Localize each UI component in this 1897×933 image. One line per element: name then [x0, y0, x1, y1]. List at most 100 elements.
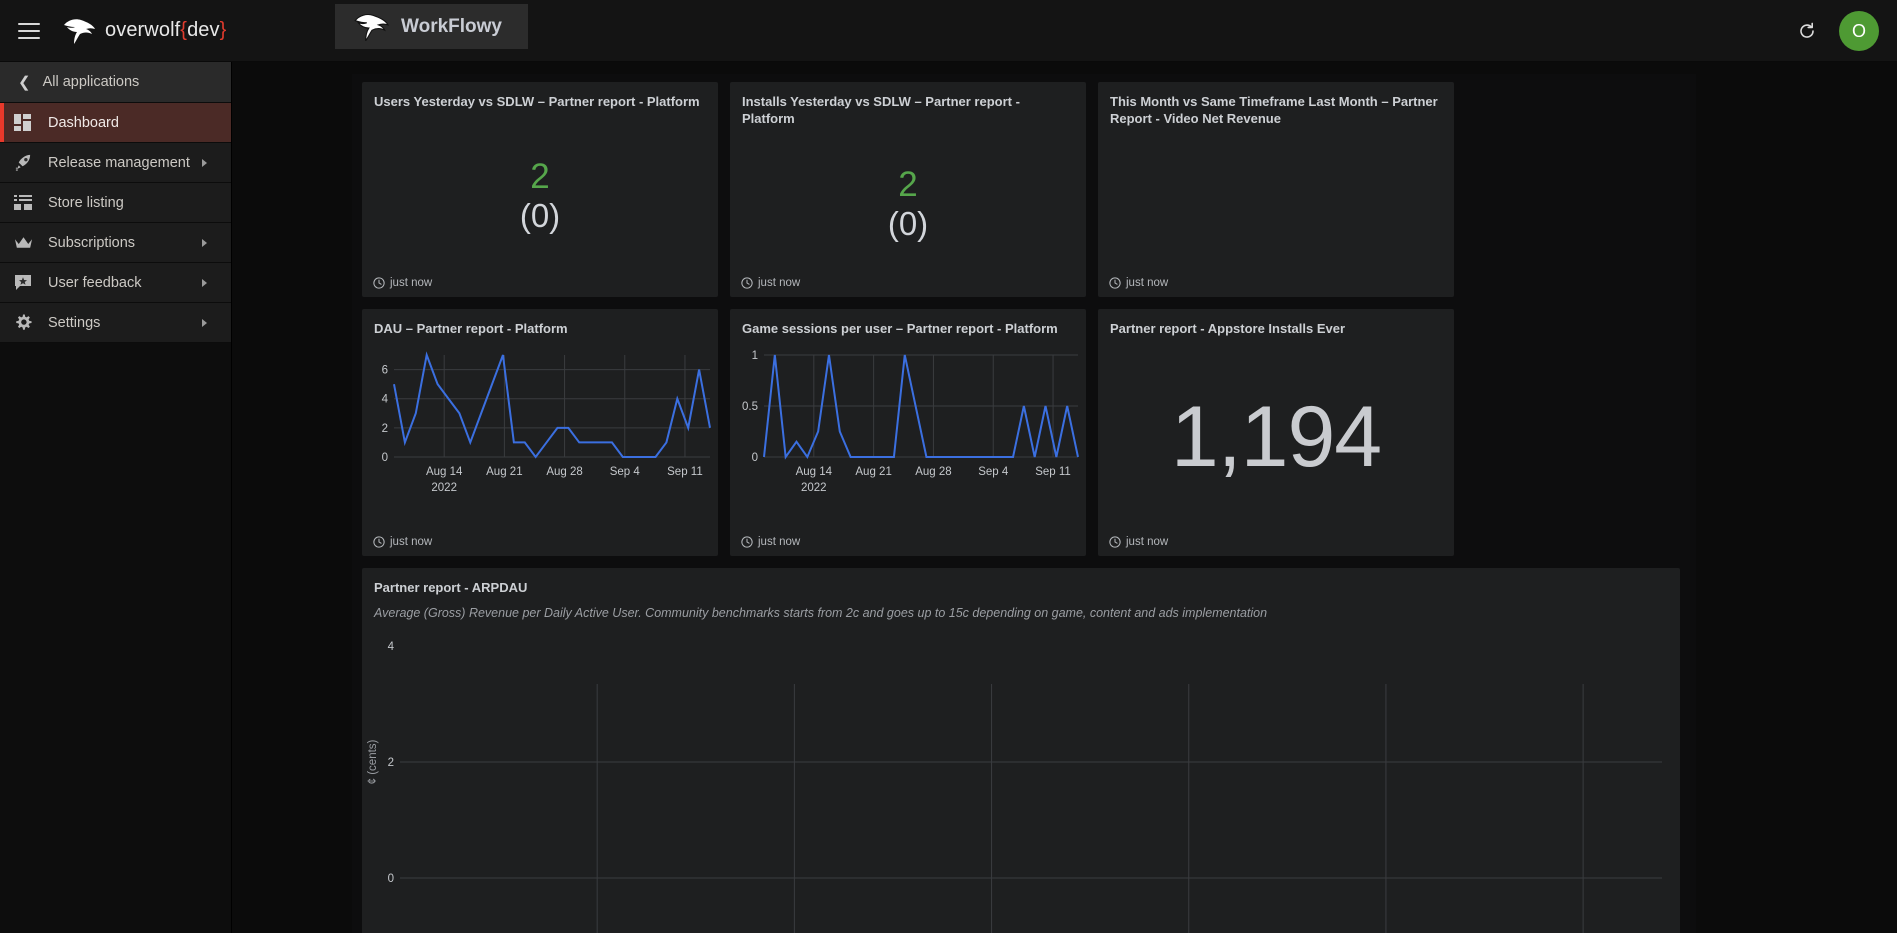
sidebar-item-label: Release management	[48, 154, 190, 171]
svg-text:Sep 11: Sep 11	[667, 466, 703, 478]
svg-text:6: 6	[382, 365, 388, 377]
svg-text:2: 2	[382, 423, 388, 435]
stat-body	[1098, 127, 1454, 297]
sidebar-empty-space	[0, 343, 231, 933]
refresh-icon[interactable]	[1797, 21, 1817, 41]
sidebar-item-subscriptions[interactable]: Subscriptions	[0, 223, 231, 263]
svg-text:Sep 4: Sep 4	[978, 466, 1009, 478]
panel-title: Game sessions per user – Partner report …	[742, 321, 1058, 336]
panel-footer: just now	[1109, 277, 1168, 289]
panel-appstore-installs-ever[interactable]: Partner report - Appstore Installs Ever …	[1098, 309, 1454, 556]
arpdau-chart[interactable]: 0 2 4 ¢ (cents)	[362, 628, 1680, 933]
svg-text:Aug 14: Aug 14	[426, 466, 463, 478]
svg-text:0: 0	[382, 452, 388, 464]
svg-text:2: 2	[388, 757, 394, 769]
sidebar: ❮ All applications Dashboard Release man…	[0, 62, 232, 933]
panel-dau[interactable]: DAU – Partner report - Platform 0 2 4 6 Aug …	[362, 309, 718, 556]
history-clock-icon	[741, 277, 753, 289]
wolf-logo-icon	[64, 18, 95, 44]
chevron-right-icon	[202, 158, 207, 167]
sidebar-item-release-management[interactable]: Release management	[0, 143, 231, 183]
chevron-left-icon: ❮	[18, 74, 31, 91]
chevron-right-icon	[202, 318, 207, 327]
panel-footer: just now	[373, 277, 432, 289]
stat-value: 2	[530, 156, 550, 196]
sidebar-item-label: User feedback	[48, 274, 142, 291]
history-clock-icon	[741, 536, 753, 548]
svg-text:Aug 21: Aug 21	[486, 466, 522, 478]
app-tab-workflowy[interactable]: WorkFlowy	[335, 4, 528, 49]
sidebar-item-label: Dashboard	[48, 114, 119, 131]
svg-text:Sep 4: Sep 4	[610, 466, 641, 478]
panel-title: Users Yesterday vs SDLW – Partner report…	[374, 94, 700, 109]
svg-text:Aug 14: Aug 14	[796, 466, 833, 478]
history-clock-icon	[373, 277, 385, 289]
dashboard-row-2: DAU – Partner report - Platform 0 2 4 6 Aug …	[352, 309, 1696, 556]
stat-value: 2	[898, 165, 918, 204]
chevron-right-icon	[202, 238, 207, 247]
panel-arpdau[interactable]: Partner report - ARPDAU Average (Gross) …	[362, 568, 1680, 933]
gear-icon	[14, 313, 40, 333]
stat-sub-value: (0)	[519, 196, 561, 234]
top-bar-right-controls: O	[1797, 0, 1879, 62]
brand-text: overwolf{dev}	[105, 19, 226, 42]
panel-title: Partner report - Appstore Installs Ever	[1110, 321, 1346, 336]
sidebar-item-dashboard[interactable]: Dashboard	[0, 103, 231, 143]
panel-footer: just now	[741, 277, 800, 289]
sidebar-back-label: All applications	[42, 74, 140, 90]
svg-text:2022: 2022	[431, 482, 457, 494]
app-tab-label: WorkFlowy	[401, 15, 502, 37]
panel-footer: just now	[1109, 536, 1168, 548]
svg-text:¢ (cents): ¢ (cents)	[367, 739, 379, 784]
panel-footer-text: just now	[1126, 536, 1169, 548]
svg-text:Sep 11: Sep 11	[1035, 466, 1071, 478]
svg-text:0: 0	[752, 452, 758, 464]
wolf-logo-icon	[354, 13, 389, 41]
stat-body: 2 (0)	[730, 127, 1086, 297]
overwolf-brand-logo[interactable]: overwolf{dev}	[62, 18, 226, 44]
feedback-star-icon	[14, 273, 40, 293]
sidebar-item-user-feedback[interactable]: User feedback	[0, 263, 231, 303]
svg-text:Aug 21: Aug 21	[855, 466, 891, 478]
panel-month-vs-last-month[interactable]: This Month vs Same Timeframe Last Month …	[1098, 82, 1454, 297]
panel-footer-text: just now	[758, 536, 801, 548]
sessions-chart[interactable]: 0 0.5 1 Aug 14 2022 Aug 21 Aug 28 Sep 4 Sep 11	[730, 337, 1086, 556]
sidebar-item-settings[interactable]: Settings	[0, 303, 231, 343]
sidebar-item-label: Store listing	[48, 194, 124, 211]
brand-brace-close: }	[219, 19, 227, 41]
hamburger-icon[interactable]	[18, 22, 40, 39]
sidebar-item-store-listing[interactable]: Store listing	[0, 183, 231, 223]
svg-text:0: 0	[388, 873, 394, 885]
svg-text:4: 4	[388, 641, 395, 653]
history-clock-icon	[1109, 536, 1121, 548]
panel-users-yesterday[interactable]: Users Yesterday vs SDLW – Partner report…	[362, 82, 718, 297]
history-clock-icon	[1109, 277, 1121, 289]
panel-footer-text: just now	[758, 277, 801, 289]
svg-text:0.5: 0.5	[742, 401, 758, 413]
svg-text:4: 4	[382, 394, 389, 406]
panel-footer-text: just now	[390, 277, 433, 289]
store-list-icon	[14, 193, 40, 213]
rocket-icon	[14, 153, 40, 173]
dashboard-row-1: Users Yesterday vs SDLW – Partner report…	[352, 82, 1696, 297]
crown-icon	[14, 233, 40, 253]
panel-title: Partner report - ARPDAU	[374, 580, 528, 595]
svg-text:Aug 28: Aug 28	[915, 466, 951, 478]
dashboard-grid-icon	[14, 113, 40, 133]
body-wrapper: ❮ All applications Dashboard Release man…	[0, 62, 1897, 933]
dau-chart[interactable]: 0 2 4 6 Aug 14 2022 Aug 21 Aug 28 Sep 4 Sep 11	[362, 337, 718, 556]
sidebar-item-label: Subscriptions	[48, 234, 136, 251]
chevron-right-icon	[202, 278, 207, 287]
top-bar: overwolf{dev} WorkFlowy O	[0, 0, 1897, 62]
panel-title: DAU – Partner report - Platform	[374, 321, 568, 336]
stat-body: 2 (0)	[362, 110, 718, 297]
svg-text:2022: 2022	[801, 482, 827, 494]
panel-installs-yesterday[interactable]: Installs Yesterday vs SDLW – Partner rep…	[730, 82, 1086, 297]
svg-text:1: 1	[752, 350, 758, 362]
panel-footer-text: just now	[1126, 277, 1169, 289]
sidebar-item-label: Settings	[48, 314, 101, 331]
sidebar-back-all-applications[interactable]: ❮ All applications	[0, 62, 231, 103]
panel-game-sessions-per-user[interactable]: Game sessions per user – Partner report …	[730, 309, 1086, 556]
stat-sub-value: (0)	[887, 205, 929, 242]
avatar[interactable]: O	[1839, 11, 1879, 51]
